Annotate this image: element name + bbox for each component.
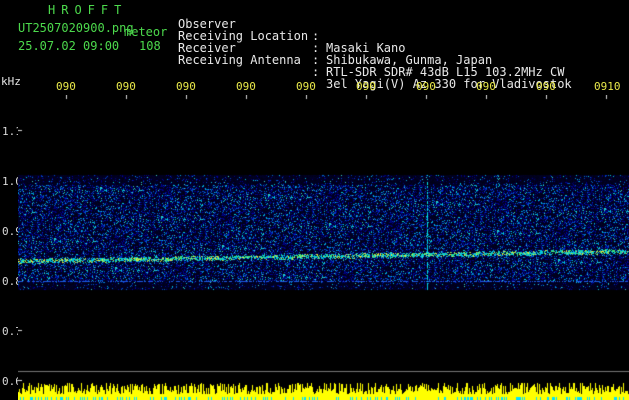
x-tick-label: 090 (296, 80, 316, 93)
date-time: 25.07.02 09:00 (18, 39, 120, 53)
info-separator: : (312, 65, 320, 79)
file-name: UT2507020900.png (18, 21, 134, 35)
x-tick-label: 090 (116, 80, 136, 93)
x-tick-label: 090 (56, 80, 76, 93)
x-tick-label: 090 (416, 80, 436, 93)
info-label: Receiving Antenna (178, 53, 301, 67)
x-tick-label: 090 (536, 80, 556, 93)
y-axis-unit: kHz (1, 75, 21, 88)
info-antenna: Receiving Antenna : 3el Yagi(V) Az 330 f… (178, 42, 572, 102)
x-tick-label: 090 (236, 80, 256, 93)
x-tick-label: 090 (176, 80, 196, 93)
spectrogram-canvas (18, 95, 629, 400)
app-brand: HROFFT (48, 3, 128, 17)
x-tick-label: 090 (356, 80, 376, 93)
x-tick-label: 0910 (594, 80, 621, 93)
meteor-count: 108 (139, 39, 161, 53)
x-tick-label: 090 (476, 80, 496, 93)
mode-label: meteor (124, 25, 168, 39)
